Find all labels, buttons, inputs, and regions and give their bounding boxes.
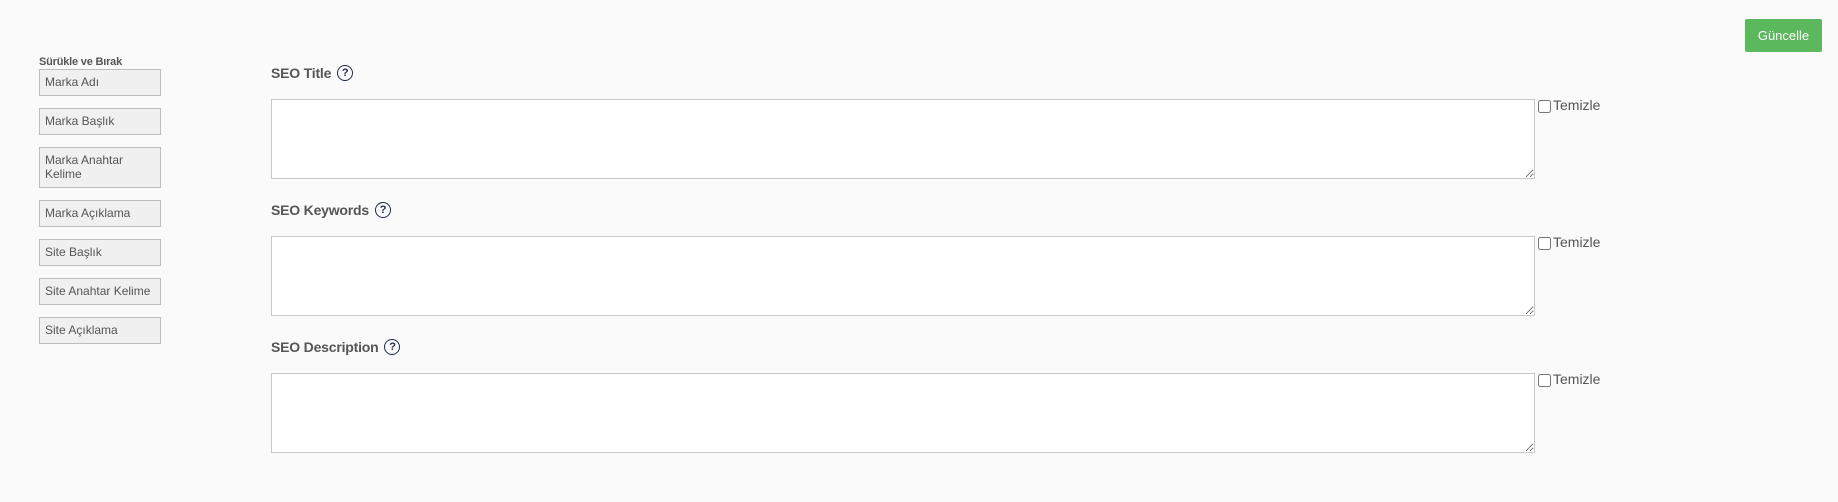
seo-settings-page: Güncelle Sürükle ve Bırak Marka Adı Mark… [0,0,1838,502]
drag-item-brand-description[interactable]: Marka Açıklama [39,200,161,227]
question-circle-icon[interactable]: ? [374,202,391,218]
drag-item-site-description[interactable]: Site Açıklama [39,317,161,344]
seo-keywords-clear[interactable]: Temizle [1538,234,1600,250]
seo-keywords-clear-label: Temizle [1553,234,1601,250]
drag-item-site-keyword[interactable]: Site Anahtar Kelime [39,278,161,305]
seo-keywords-textarea[interactable] [271,236,1535,316]
question-circle-icon[interactable]: ? [337,65,354,81]
seo-description-clear-label: Temizle [1553,371,1601,387]
seo-description-label-text: SEO Description [271,339,379,355]
drag-item-brand-title[interactable]: Marka Başlık [39,108,161,135]
seo-keywords-label: SEO Keywords ? [271,201,391,219]
seo-keywords-label-text: SEO Keywords [271,202,369,218]
seo-title-clear-label: Temizle [1553,97,1601,113]
seo-title-textarea[interactable] [271,99,1535,179]
seo-title-label-text: SEO Title [271,65,332,81]
seo-title-clear[interactable]: Temizle [1538,97,1600,113]
seo-keywords-clear-checkbox[interactable] [1538,237,1551,250]
question-circle-icon[interactable]: ? [384,339,401,355]
drag-item-brand-name[interactable]: Marka Adı [39,69,161,96]
seo-title-label: SEO Title ? [271,64,354,82]
drag-drop-title: Sürükle ve Bırak [39,56,123,68]
update-button[interactable]: Güncelle [1745,19,1822,52]
drag-item-site-title[interactable]: Site Başlık [39,239,161,266]
seo-description-clear[interactable]: Temizle [1538,371,1600,387]
seo-description-label: SEO Description ? [271,338,401,356]
seo-description-clear-checkbox[interactable] [1538,374,1551,387]
drag-drop-panel: Sürükle ve Bırak Marka Adı Marka Başlık … [39,56,163,344]
drag-item-brand-keyword[interactable]: Marka Anahtar Kelime [39,147,161,188]
seo-title-clear-checkbox[interactable] [1538,100,1551,113]
seo-description-textarea[interactable] [271,373,1535,453]
